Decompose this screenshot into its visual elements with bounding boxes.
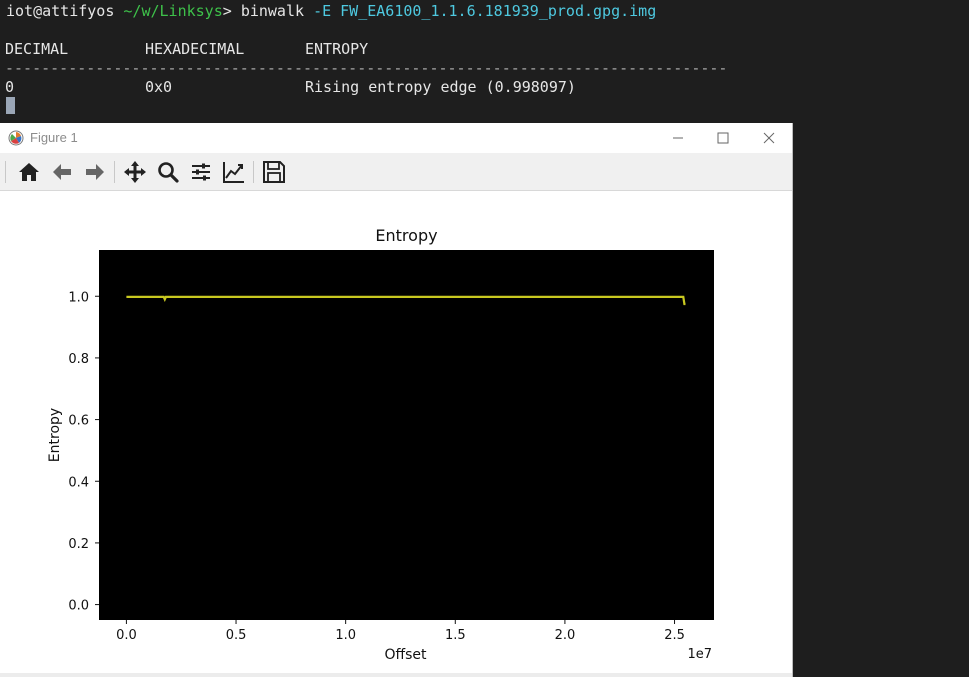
plot-canvas[interactable]: Entropy 0.0 0.5 1.0 1.5 2.0 2.5 0.0 0.2 0.4 0.6 0.8… [0,191,791,673]
entropy-chart: Entropy 0.0 0.5 1.0 1.5 2.0 2.5 0.0 0.2 0.4 0.6 0.8… [47,226,714,663]
title-bar[interactable]: Figure 1 [0,123,792,153]
x-tick-label: 2.5 [664,628,685,643]
command-filename: FW_EA6100_1.1.6.181939_prod.gpg.img [340,2,657,20]
axes-background [99,250,714,620]
zoom-icon[interactable] [155,159,181,185]
x-offset-label: 1e7 [687,647,712,662]
configure-subplots-icon[interactable] [188,159,214,185]
x-tick-label: 0.0 [116,628,137,643]
window-title: Figure 1 [30,130,78,145]
x-axis-label: Offset [384,647,427,663]
back-icon[interactable] [49,159,75,185]
x-tick-label: 1.5 [445,628,466,643]
edit-axis-icon[interactable] [221,159,247,185]
home-icon[interactable] [16,159,42,185]
x-tick-label: 1.0 [335,628,356,643]
header-entropy: ENTROPY [305,40,369,58]
command-name: binwalk [240,2,305,20]
y-tick-label: 1.0 [68,290,89,305]
prompt-path: ~/w/Linksys [123,2,223,20]
header-decimal: DECIMAL [5,40,69,58]
prompt-user: iot@attifyos [6,2,115,20]
toolbar-separator [5,161,6,183]
y-axis-label: Entropy [47,408,63,462]
y-tick-label: 0.6 [68,414,89,429]
row-hexadecimal: 0x0 [145,78,173,96]
terminal-cursor [6,97,15,114]
command-line: iot@attifyos ~/w/Linksys> binwalk -E FW_… [6,2,656,20]
y-tick-label: 0.0 [68,599,89,614]
command-flag: -E [313,2,332,20]
chart-title: Entropy [375,226,437,245]
maximize-button[interactable] [711,127,735,149]
y-tick-label: 0.4 [68,475,89,490]
prompt-symbol: > [222,2,232,20]
y-tick-label: 0.8 [68,352,89,367]
pan-icon[interactable] [122,159,148,185]
matplotlib-app-icon [8,130,24,146]
row-description: Rising entropy edge (0.998097) [305,78,576,96]
toolbar-separator [114,161,115,183]
row-decimal: 0 [5,78,15,96]
close-button[interactable] [757,127,781,149]
figure-window: Figure 1 Entropy 0.0 0.5 1.0 1.5 2.0 2.5… [0,123,793,677]
x-tick-label: 2.0 [555,628,576,643]
toolbar-separator [253,161,254,183]
navigation-toolbar [0,153,792,191]
forward-icon[interactable] [82,159,108,185]
header-hexadecimal: HEXADECIMAL [145,40,245,58]
divider-line: ----------------------------------------… [5,59,728,77]
minimize-button[interactable] [666,127,690,149]
y-tick-label: 0.2 [68,537,89,552]
x-tick-label: 0.5 [226,628,247,643]
status-strip [0,673,792,677]
save-icon[interactable] [261,159,287,185]
